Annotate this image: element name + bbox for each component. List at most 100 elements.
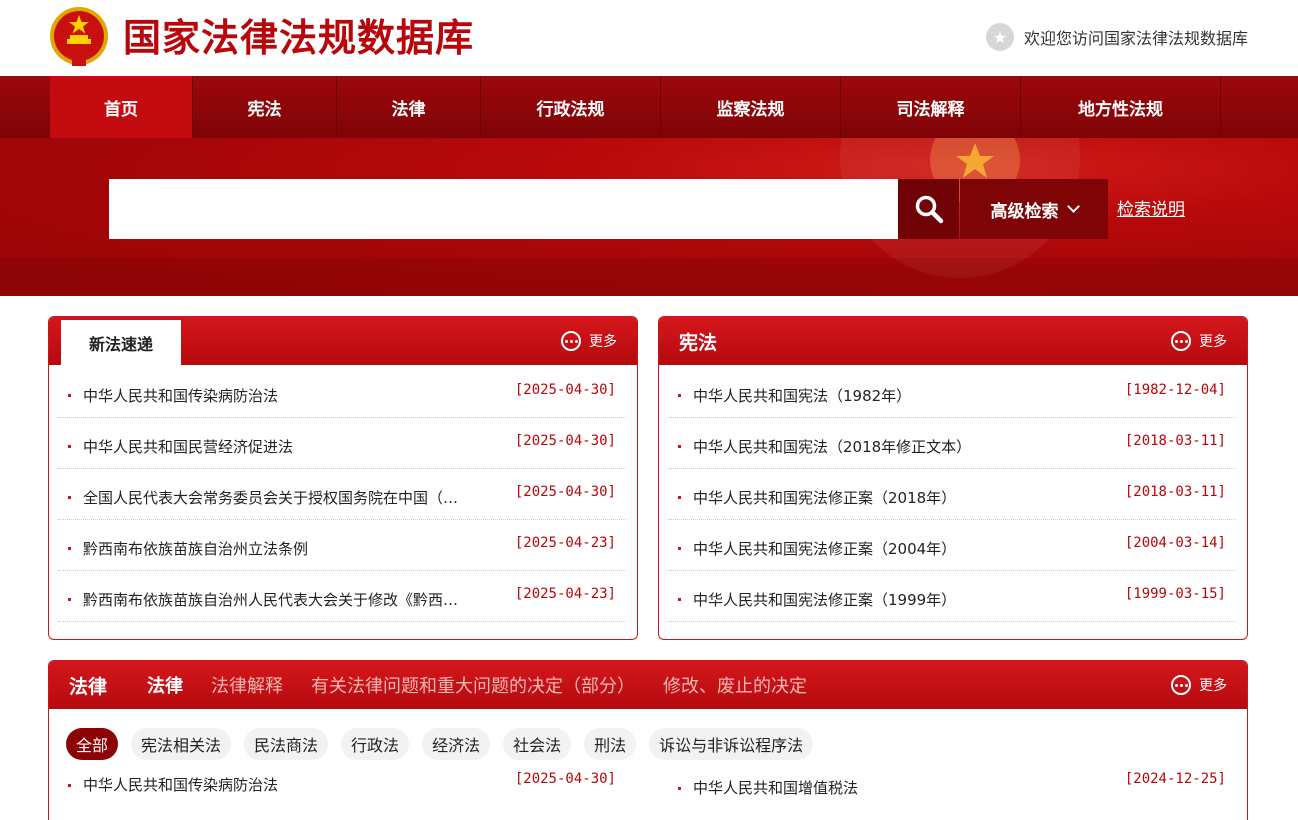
bullet: [68, 394, 71, 397]
search-icon: [915, 195, 943, 224]
law-tab[interactable]: 法律解释: [211, 672, 283, 698]
list-item[interactable]: 中华人民共和国宪法修正案（2018年） [2018-03-11]: [668, 469, 1236, 520]
search-banner: 高级检索 检索说明: [0, 138, 1298, 296]
bullet: [68, 547, 71, 550]
nav-item[interactable]: 宪法: [193, 76, 337, 138]
more-label: 更多: [1199, 334, 1227, 350]
panel-header: 宪法 更多: [659, 317, 1247, 365]
nav-item[interactable]: 地方性法规: [1021, 76, 1221, 138]
bullet: [68, 496, 71, 499]
category-chip[interactable]: 社会法: [503, 728, 572, 760]
item-date: [2018-03-11]: [1124, 433, 1226, 449]
list-item[interactable]: 中华人民共和国增值税法 [2024-12-25]: [668, 771, 1236, 807]
constitution-panel: 宪法 更多 中华人民共和国宪法（1982年） [1982-12-04] 中华人民共和…: [658, 316, 1248, 640]
item-date: [1999-03-15]: [1124, 586, 1226, 602]
more-link[interactable]: 更多: [1171, 330, 1227, 352]
law-tab[interactable]: 有关法律问题和重大问题的决定（部分）: [311, 672, 635, 698]
welcome-text: 欢迎您访问国家法律法规数据库: [1023, 29, 1248, 48]
law-tabs: 法律 法律 法律解释 有关法律问题和重大问题的决定（部分） 修改、废止的决定: [69, 661, 835, 709]
national-emblem-icon[interactable]: [48, 6, 110, 70]
advanced-search-button[interactable]: 高级检索: [960, 179, 1108, 239]
law-date: [2024-12-25]: [1124, 771, 1226, 787]
item-date: [2004-03-14]: [1124, 535, 1226, 551]
item-title[interactable]: 黔西南布依族苗族自治州人民代表大会关于修改《黔西…: [83, 589, 488, 610]
law-title[interactable]: 中华人民共和国增值税法: [693, 777, 858, 798]
item-date: [2025-04-30]: [514, 484, 616, 500]
item-title[interactable]: 中华人民共和国宪法修正案（2004年）: [693, 538, 1098, 559]
star-icon[interactable]: ★: [985, 23, 1014, 51]
category-chip[interactable]: 刑法: [584, 728, 637, 760]
new-laws-list: 中华人民共和国传染病防治法 [2025-04-30] 中华人民共和国民营经济促进法 […: [58, 367, 626, 622]
bullet: [68, 445, 71, 448]
item-title[interactable]: 中华人民共和国民营经济促进法: [83, 436, 488, 457]
list-item[interactable]: 中华人民共和国传染病防治法 [2025-04-30]: [58, 367, 626, 418]
category-chip[interactable]: 宪法相关法: [131, 728, 232, 760]
law-tab[interactable]: 法律: [147, 672, 183, 698]
laws-panel: 法律 法律 法律解释 有关法律问题和重大问题的决定（部分） 修改、废止的决定 更多 全…: [48, 660, 1248, 820]
advanced-search-label: 高级检索: [990, 201, 1059, 222]
bullet: [678, 787, 681, 790]
list-item[interactable]: 中华人民共和国宪法修正案（2004年） [2004-03-14]: [668, 520, 1236, 571]
welcome-area: ★ 欢迎您访问国家法律法规数据库: [985, 22, 1248, 52]
site-title: 国家法律法规数据库: [123, 15, 475, 60]
list-item[interactable]: 全国人民代表大会常务委员会关于授权国务院在中国（… [2025-04-30]: [58, 469, 626, 520]
more-label: 更多: [1199, 678, 1227, 694]
search-help-link[interactable]: 检索说明: [1117, 195, 1185, 220]
more-link[interactable]: 更多: [1171, 674, 1227, 696]
law-category-chips: 全部 宪法相关法 民法商法 行政法 经济法 社会法 刑法 诉讼与非诉讼程序法: [66, 728, 826, 760]
item-title[interactable]: 中华人民共和国宪法（2018年修正文本）: [693, 436, 1098, 457]
constitution-title: 宪法: [679, 331, 718, 354]
bullet: [678, 547, 681, 550]
nav-item[interactable]: 法律: [337, 76, 481, 138]
list-item[interactable]: 中华人民共和国宪法修正案（1999年） [1999-03-15]: [668, 571, 1236, 622]
item-title[interactable]: 全国人民代表大会常务委员会关于授权国务院在中国（…: [83, 487, 488, 508]
item-title[interactable]: 黔西南布依族苗族自治州立法条例: [83, 538, 488, 559]
item-date: [2018-03-11]: [1124, 484, 1226, 500]
list-item[interactable]: 中华人民共和国宪法（2018年修正文本） [2018-03-11]: [668, 418, 1236, 469]
item-title[interactable]: 中华人民共和国宪法修正案（2018年）: [693, 487, 1098, 508]
item-title[interactable]: 中华人民共和国宪法修正案（1999年）: [693, 589, 1098, 610]
list-item[interactable]: 中华人民共和国宪法（1982年） [1982-12-04]: [668, 367, 1236, 418]
site-header: 国家法律法规数据库 ★ 欢迎您访问国家法律法规数据库: [0, 0, 1298, 76]
nav-item[interactable]: 司法解释: [841, 76, 1021, 138]
list-item[interactable]: 黔西南布依族苗族自治州立法条例 [2025-04-23]: [58, 520, 626, 571]
item-title[interactable]: 中华人民共和国宪法（1982年）: [693, 385, 1098, 406]
list-item[interactable]: 中华人民共和国民营经济促进法 [2025-04-30]: [58, 418, 626, 469]
item-date: [2025-04-23]: [514, 586, 616, 602]
bullet: [68, 784, 71, 787]
bullet: [678, 496, 681, 499]
law-title[interactable]: 中华人民共和国传染病防治法: [83, 774, 278, 795]
list-item[interactable]: 中华人民共和国传染病防治法 [2025-04-30]: [58, 771, 626, 804]
item-title[interactable]: 中华人民共和国传染病防治法: [83, 385, 488, 406]
chevron-down-icon: [1066, 200, 1080, 213]
more-icon: [1171, 331, 1191, 351]
search-input[interactable]: [109, 179, 898, 239]
search-button[interactable]: [898, 179, 959, 239]
nav-item[interactable]: 行政法规: [481, 76, 661, 138]
more-link[interactable]: 更多: [561, 330, 617, 352]
item-date: [2025-04-23]: [514, 535, 616, 551]
nav-item[interactable]: 监察法规: [661, 76, 841, 138]
tab-new-laws[interactable]: 新法速递: [61, 318, 181, 365]
category-chip[interactable]: 诉讼与非诉讼程序法: [649, 728, 814, 760]
category-chip[interactable]: 全部: [66, 728, 119, 760]
category-chip[interactable]: 民法商法: [244, 728, 329, 760]
bullet: [678, 598, 681, 601]
more-label: 更多: [589, 334, 617, 350]
list-item[interactable]: 黔西南布依族苗族自治州人民代表大会关于修改《黔西… [2025-04-23]: [58, 571, 626, 622]
laws-title: 法律: [69, 675, 108, 698]
law-tab[interactable]: 修改、废止的决定: [663, 672, 807, 698]
category-chip[interactable]: 行政法: [341, 728, 410, 760]
category-chip[interactable]: 经济法: [422, 728, 491, 760]
law-date: [2025-04-30]: [514, 771, 616, 787]
more-icon: [1171, 675, 1191, 695]
panel-header: 法律 法律 法律解释 有关法律问题和重大问题的决定（部分） 修改、废止的决定 更多: [49, 661, 1247, 709]
new-laws-panel: 新法速递 更多 中华人民共和国传染病防治法 [2025-04-30] 中华人民共和国…: [48, 316, 638, 640]
bullet: [678, 445, 681, 448]
nav-items: 首页 宪法 法律 行政法规 监察法规 司法解释 地方性法规: [50, 76, 1221, 138]
panel-header: 新法速递 更多: [49, 317, 637, 365]
bullet: [678, 394, 681, 397]
more-icon: [561, 331, 581, 351]
item-date: [2025-04-30]: [514, 433, 616, 449]
nav-item[interactable]: 首页: [50, 76, 193, 138]
